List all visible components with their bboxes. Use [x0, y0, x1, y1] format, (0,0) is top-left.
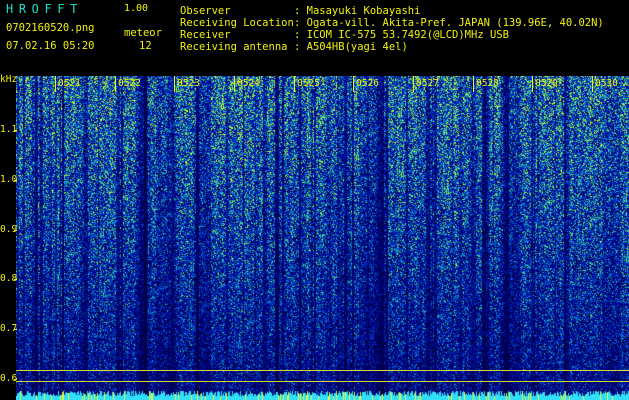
minute-marker [55, 76, 56, 92]
minute-marker [234, 76, 235, 92]
minute-label: 0525 [297, 78, 320, 89]
y-axis-unit: kHz [0, 74, 18, 85]
spectrogram-canvas [16, 76, 629, 400]
y-tick [14, 130, 17, 131]
info-value-receiver: : ICOM IC-575 53.7492(@LCD)MHz USB [294, 29, 509, 41]
app-name: HROFFT [6, 2, 83, 16]
info-value-antenna: : A504HB(yagi 4el) [294, 41, 408, 53]
minute-label: 0524 [237, 78, 260, 89]
minute-marker [294, 76, 295, 92]
minute-label: 0527 [416, 78, 439, 89]
info-value-location: : Ogata-vill. Akita-Pref. JAPAN (139.96E… [294, 17, 604, 29]
y-tick [14, 279, 17, 280]
header-panel: HROFFT 1.00 0702160520.png 07.02.16 05:2… [0, 0, 629, 75]
y-tick [14, 329, 17, 330]
info-label-observer: Observer [180, 5, 231, 17]
meteor-label: meteor [124, 27, 162, 39]
file-name: 0702160520.png [6, 22, 95, 34]
minute-label: 0523 [177, 78, 200, 89]
spectrogram [16, 76, 629, 400]
reference-line [16, 370, 629, 371]
minute-label: 0526 [356, 78, 379, 89]
minute-marker [532, 76, 533, 92]
minute-label: 0530 [595, 78, 618, 89]
minute-marker [174, 76, 175, 92]
y-tick [14, 230, 17, 231]
minute-label: 0521 [58, 78, 81, 89]
minute-marker [413, 76, 414, 92]
minute-marker [353, 76, 354, 92]
info-label-antenna: Receiving antenna [180, 41, 288, 53]
minute-label: 0522 [118, 78, 141, 89]
info-label-location: Receiving Location [180, 17, 294, 29]
minute-label: 0528 [476, 78, 499, 89]
minute-marker [473, 76, 474, 92]
minute-marker [592, 76, 593, 92]
reference-line [16, 381, 629, 382]
meteor-count: 12 [139, 40, 152, 52]
minute-label: 0529 [535, 78, 558, 89]
info-label-receiver: Receiver [180, 29, 231, 41]
info-value-observer: : Masayuki Kobayashi [294, 5, 421, 17]
y-tick [14, 180, 17, 181]
timestamp: 07.02.16 05:20 [6, 40, 95, 52]
y-tick [14, 379, 17, 380]
app-version: 1.00 [124, 3, 149, 14]
minute-marker [115, 76, 116, 92]
